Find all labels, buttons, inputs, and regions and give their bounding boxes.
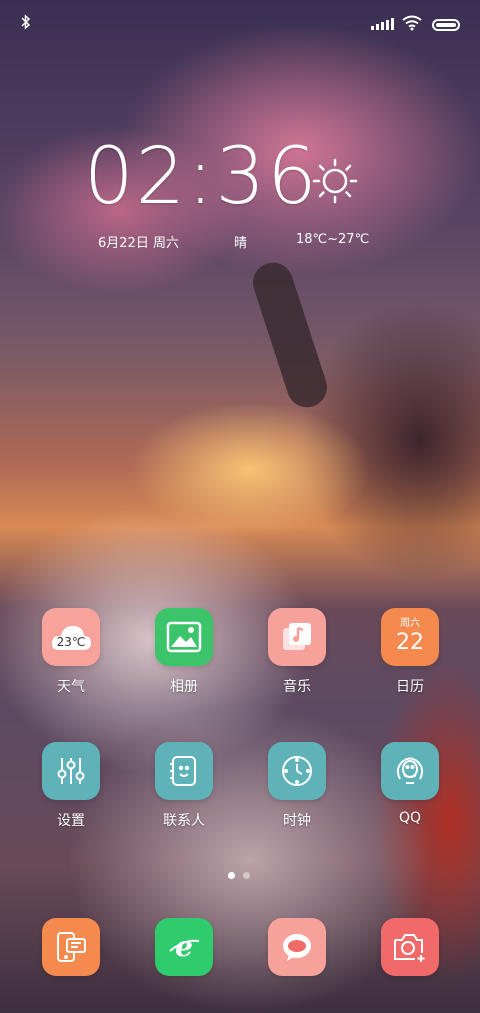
qq-icon <box>381 742 439 800</box>
calendar-icon: 周六 22 <box>381 608 439 666</box>
page-dot[interactable] <box>243 872 250 879</box>
weather-text: 晴 <box>234 236 248 251</box>
clock-time[interactable]: 02:36 <box>84 132 319 222</box>
app-weather[interactable]: 23℃ 天气 <box>31 608 111 696</box>
chat-icon <box>268 918 326 976</box>
status-bar <box>0 12 480 40</box>
settings-icon <box>42 742 100 800</box>
app-label: 天气 <box>57 679 85 695</box>
browser-icon: e <box>155 918 213 976</box>
dock-messages[interactable] <box>31 918 111 976</box>
messages-icon <box>42 918 100 976</box>
page-dot-active[interactable] <box>228 872 235 879</box>
app-label: 音乐 <box>283 679 311 695</box>
app-gallery[interactable]: 相册 <box>144 608 224 696</box>
app-calendar[interactable]: 周六 22 日历 <box>370 608 450 696</box>
camera-icon <box>381 918 439 976</box>
app-label: 日历 <box>396 679 424 695</box>
temperature-range: 18℃~27℃ <box>296 232 370 247</box>
signal-icon <box>371 18 394 30</box>
gallery-icon <box>155 608 213 666</box>
app-label: 联系人 <box>163 813 205 829</box>
dock-chat[interactable] <box>257 918 337 976</box>
date-text: 6月22日 周六 <box>98 236 179 251</box>
weather-badge: 23℃ <box>57 635 86 649</box>
contacts-icon <box>155 742 213 800</box>
dock-camera[interactable] <box>370 918 450 976</box>
wifi-icon <box>402 15 422 35</box>
calendar-weekday: 周六 <box>400 618 420 629</box>
app-qq[interactable]: QQ <box>370 742 450 826</box>
battery-icon <box>432 19 460 31</box>
page-indicator <box>228 872 250 879</box>
sun-icon[interactable] <box>312 158 358 208</box>
bluetooth-icon <box>20 14 32 34</box>
app-label: 设置 <box>57 813 85 829</box>
app-contacts[interactable]: 联系人 <box>144 742 224 830</box>
app-music[interactable]: 音乐 <box>257 608 337 696</box>
weather-icon: 23℃ <box>42 608 100 666</box>
app-label: 相册 <box>170 679 198 695</box>
calendar-day: 22 <box>396 630 424 655</box>
app-label: QQ <box>398 810 422 826</box>
app-clock[interactable]: 时钟 <box>257 742 337 830</box>
music-icon <box>268 608 326 666</box>
app-settings[interactable]: 设置 <box>31 742 111 830</box>
dock-browser[interactable]: e <box>144 918 224 976</box>
app-label: 时钟 <box>283 813 311 829</box>
clock-icon <box>268 742 326 800</box>
